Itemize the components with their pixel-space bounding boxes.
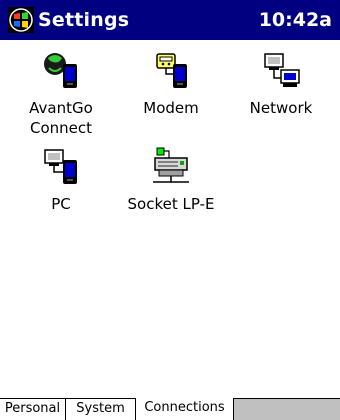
network-icon — [264, 53, 300, 87]
tab-connections[interactable]: Connections — [136, 398, 234, 420]
settings-item-avantgo-connect[interactable]: AvantGo Connect — [6, 50, 116, 138]
tab-strip: Personal System Connections — [0, 398, 340, 420]
socket-lpe-icon — [153, 147, 189, 183]
tab-strip-filler — [234, 399, 340, 420]
start-menu-button[interactable] — [8, 7, 34, 33]
tab-personal[interactable]: Personal — [0, 399, 66, 420]
settings-item-label: Socket LP-E — [127, 195, 215, 213]
title-bar: Settings 10:42a — [0, 0, 340, 40]
windows-flag-icon — [8, 7, 34, 33]
modem-icon — [156, 53, 187, 88]
settings-screen: Settings 10:42a AvantGo Connect Modem Ne… — [0, 0, 340, 420]
settings-item-label: AvantGo Connect — [29, 99, 93, 137]
tab-system[interactable]: System — [66, 399, 136, 420]
settings-item-label: Network — [249, 99, 313, 117]
settings-item-modem[interactable]: Modem — [116, 50, 226, 118]
settings-item-socket-lpe[interactable]: Socket LP-E — [116, 146, 226, 214]
settings-item-label: PC — [51, 195, 71, 213]
settings-item-label: Modem — [143, 99, 199, 117]
pc-icon — [44, 149, 77, 184]
avantgo-icon — [44, 53, 77, 88]
clock[interactable]: 10:42a — [259, 9, 332, 31]
settings-item-network[interactable]: Network — [226, 50, 336, 118]
app-title: Settings — [38, 9, 130, 31]
settings-item-pc[interactable]: PC — [6, 146, 116, 214]
